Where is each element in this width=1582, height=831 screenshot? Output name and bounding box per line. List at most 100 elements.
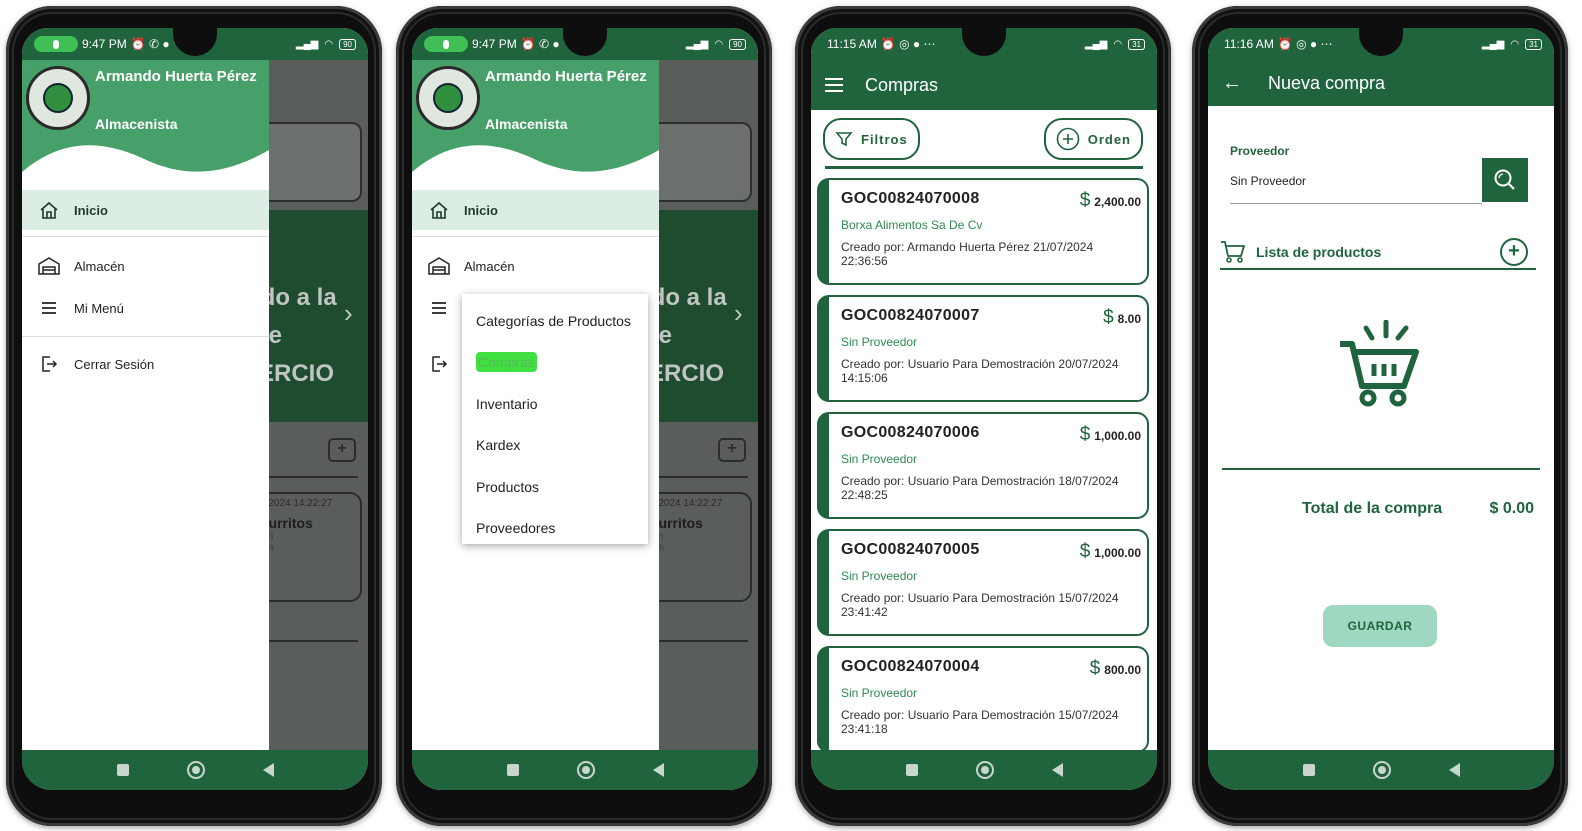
divider <box>22 336 269 337</box>
back-button[interactable] <box>1448 763 1460 777</box>
bg-card-sub: ión <box>260 531 360 542</box>
app-bar: ← Nueva compra <box>1208 60 1554 106</box>
submenu-item-label: Inventario <box>476 395 538 412</box>
bg-list-card: 7/2024 14:22:27 burritos ión ros <box>644 492 752 602</box>
back-arrow-icon[interactable]: ← <box>1222 72 1242 95</box>
submenu-item-categorias[interactable]: Categorías de Productos <box>462 300 648 342</box>
submenu-item-compras[interactable]: Compras <box>462 342 648 384</box>
drawer-item-mi-menu[interactable]: Mi Menú <box>22 288 269 328</box>
alarm-icon: ⏰ ◎ ● ⋯ <box>880 37 936 51</box>
purchase-card[interactable]: GOC00824070005 $1,000.00 Sin Proveedor C… <box>817 529 1149 636</box>
order-button[interactable]: Orden <box>1043 118 1143 160</box>
purchase-created: Creado por: Armando Huerta Pérez 21/07/2… <box>841 240 1094 268</box>
signal-icon: ▂▄▆ <box>685 38 709 50</box>
purchase-provider: Sin Proveedor <box>841 335 918 349</box>
submenu-item-inventario[interactable]: Inventario <box>462 383 648 425</box>
status-time: 9:47 PM <box>472 37 517 51</box>
purchase-amount: $800.00 <box>1090 658 1141 680</box>
add-comment-icon: + <box>718 438 746 462</box>
purchase-card[interactable]: GOC00824070007 $8.00 Sin Proveedor Cread… <box>817 295 1149 402</box>
drawer-item-almacen[interactable]: Almacén <box>412 246 659 286</box>
home-button[interactable] <box>186 761 205 779</box>
filter-bar: Filtros Orden <box>811 110 1157 169</box>
add-product-button[interactable]: + <box>1500 238 1528 266</box>
status-time: 9:47 PM <box>82 37 127 51</box>
add-circle-icon <box>1056 127 1080 151</box>
home-icon <box>38 200 60 220</box>
purchase-created: Creado por: Usuario Para Demostración 15… <box>841 591 1119 619</box>
dollar-icon: $ <box>1079 424 1091 445</box>
filters-label: Filtros <box>861 131 908 147</box>
search-provider-button[interactable] <box>1482 158 1528 202</box>
home-button[interactable] <box>576 761 595 779</box>
header-wave <box>22 145 269 190</box>
hamburger-menu-icon[interactable] <box>825 74 843 96</box>
purchase-created: Creado por: Usuario Para Demostración 20… <box>841 357 1119 385</box>
recents-button[interactable] <box>506 764 519 776</box>
divider <box>22 236 269 237</box>
purchase-amount: $8.00 <box>1103 307 1141 329</box>
bg-divider <box>254 640 358 642</box>
purchase-card[interactable]: GOC00824070006 $1,000.00 Sin Proveedor C… <box>817 412 1149 519</box>
dollar-icon: $ <box>1089 658 1101 679</box>
purchase-card[interactable]: GOC00824070008 $2,400.00 Borxa Alimentos… <box>817 178 1149 285</box>
purchase-card[interactable]: GOC00824070004 $800.00 Sin Proveedor Cre… <box>817 646 1149 753</box>
dollar-icon: $ <box>1079 541 1091 562</box>
home-button[interactable] <box>975 761 994 779</box>
recents-button[interactable] <box>905 764 918 776</box>
bg-divider <box>644 476 748 478</box>
header-wave <box>412 145 659 190</box>
cart-icon <box>1221 241 1246 263</box>
back-button[interactable] <box>652 763 664 777</box>
bg-card-sub: ros <box>260 542 360 553</box>
save-button[interactable]: GUARDAR <box>1323 605 1437 647</box>
provider-field[interactable]: Sin Proveedor <box>1230 168 1482 204</box>
battery-level: 31 <box>1525 38 1542 50</box>
submenu-item-kardex[interactable]: Kardex <box>462 425 648 467</box>
submenu-item-productos[interactable]: Productos <box>462 466 648 508</box>
warehouse-icon <box>38 256 60 276</box>
recents-button[interactable] <box>116 764 129 776</box>
submenu-item-proveedores[interactable]: Proveedores <box>462 508 648 550</box>
filter-icon <box>835 132 853 147</box>
wifi-icon: ◠ <box>1113 38 1123 50</box>
drawer-item-cerrar-sesion[interactable]: Cerrar Sesión <box>22 344 269 384</box>
signal-icon: ▂▄▆ <box>1084 38 1108 50</box>
app-bar: Compras <box>811 60 1157 110</box>
home-button[interactable] <box>1372 761 1391 779</box>
dollar-icon: $ <box>1079 190 1091 211</box>
filters-button[interactable]: Filtros <box>823 118 920 160</box>
back-button[interactable] <box>1051 763 1063 777</box>
battery-level: 31 <box>1128 38 1145 50</box>
drawer-item-almacen[interactable]: Almacén <box>22 246 269 286</box>
purchase-provider: Sin Proveedor <box>841 452 918 466</box>
drawer-item-inicio[interactable]: Inicio <box>22 190 269 230</box>
logout-icon <box>38 354 60 374</box>
submenu-popup: Categorías de Productos Compras Inventar… <box>462 294 648 544</box>
bg-card-title: burritos <box>260 515 313 531</box>
warehouse-icon <box>428 256 450 276</box>
drawer-item-label: Inicio <box>74 202 108 218</box>
user-name: Armando Huerta Pérez <box>95 68 257 85</box>
avatar <box>26 66 90 130</box>
search-icon <box>1494 169 1515 190</box>
bg-card-sub: ión <box>650 531 750 542</box>
drawer-item-inicio[interactable]: Inicio <box>412 190 659 230</box>
back-button[interactable] <box>262 763 274 777</box>
recents-button[interactable] <box>1302 764 1315 776</box>
drawer-header: Armando Huerta Pérez Almacenista <box>22 60 269 190</box>
purchase-amount-value: 800.00 <box>1104 663 1141 677</box>
bg-divider <box>254 476 358 478</box>
submenu-item-label: Proveedores <box>476 520 556 537</box>
screen-compras: 11:15 AM ⏰ ◎ ● ⋯ ▂▄▆ ◠ 31 Compras Filtros … <box>811 28 1157 790</box>
globe-logo-icon <box>43 83 73 113</box>
drawer-item-label: Inicio <box>464 202 498 218</box>
product-list-header: Lista de productos + <box>1220 236 1536 270</box>
purchase-amount: $1,000.00 <box>1080 424 1141 446</box>
signal-icon: ▂▄▆ <box>1481 38 1505 50</box>
mic-indicator-icon <box>34 36 78 52</box>
submenu-item-label: Kardex <box>476 437 521 454</box>
bg-card-date: 7/2024 14:22:27 <box>650 498 723 509</box>
submenu-item-label: Categorías de Productos <box>476 312 631 329</box>
screen-drawer-submenu: 9:47 PM ⏰ ✆ ● ▂▄▆◠90 ido a la de ERCIO ›… <box>412 28 758 790</box>
